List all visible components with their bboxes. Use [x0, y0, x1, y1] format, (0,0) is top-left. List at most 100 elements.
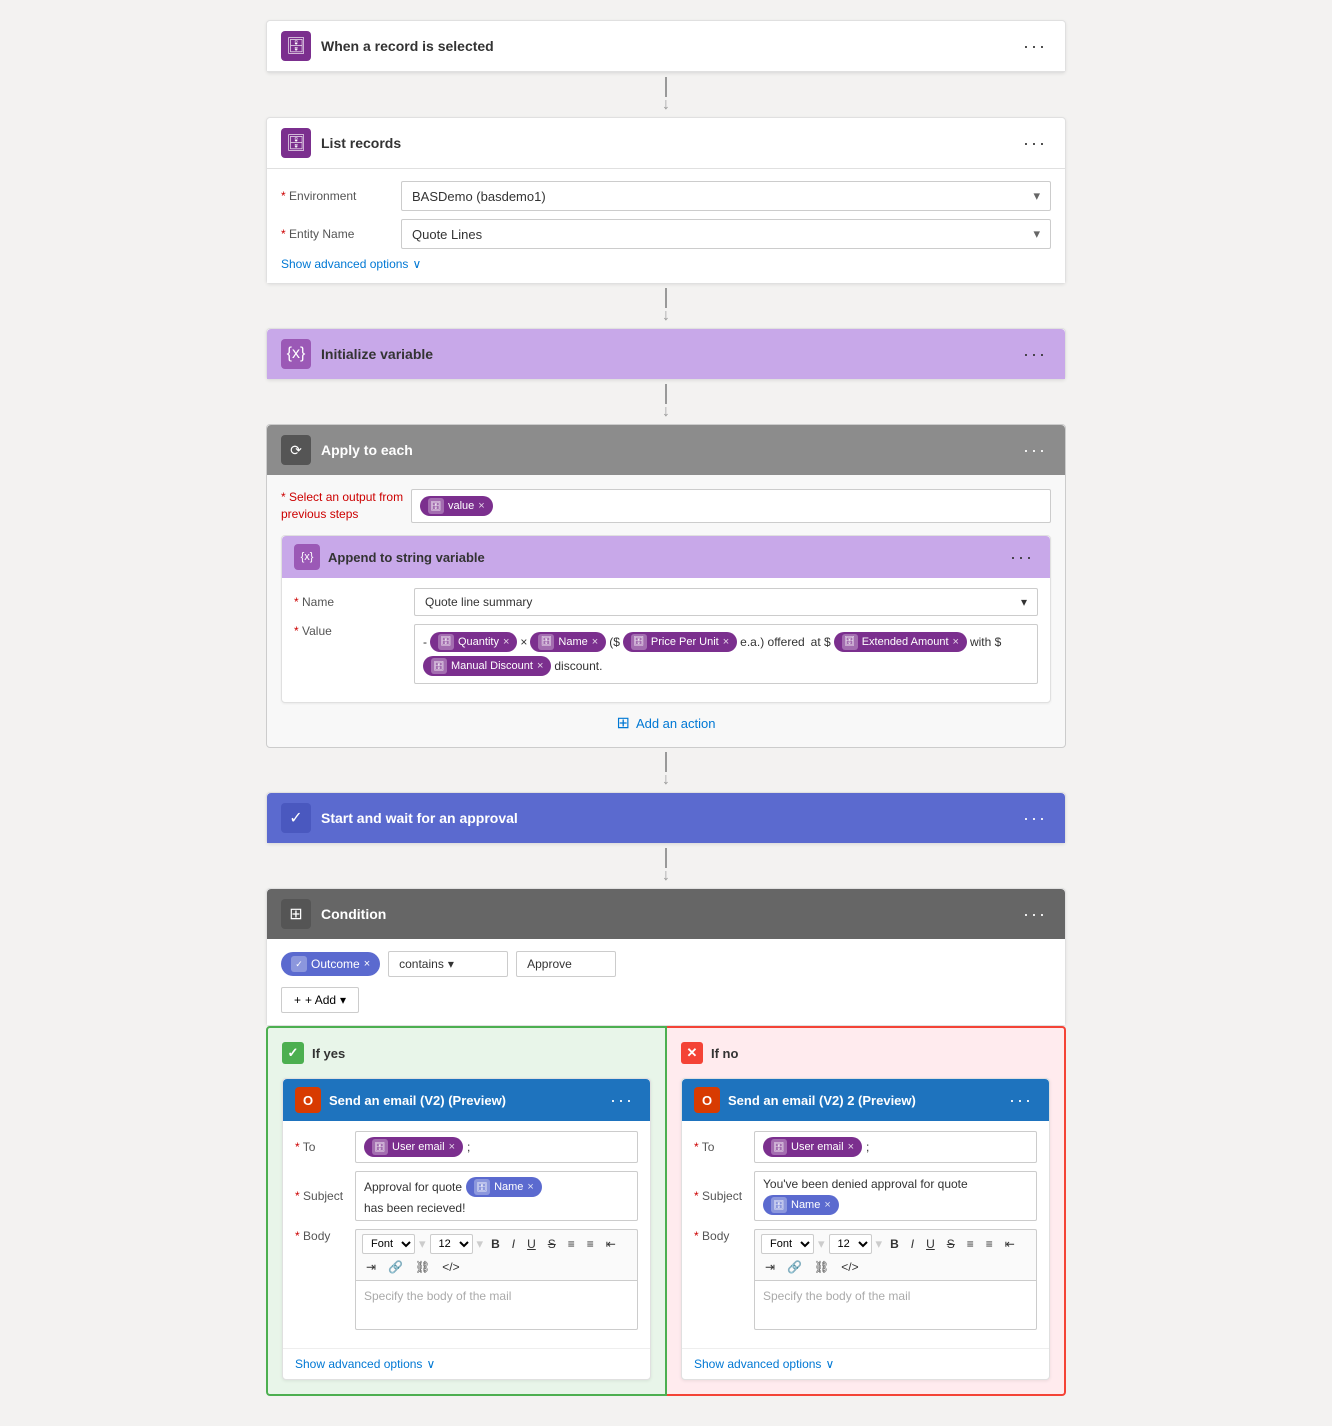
extended-token-remove[interactable]: × — [953, 636, 959, 648]
list-records-body: Environment BASDemo (basdemo1) ▾ Entity … — [267, 169, 1065, 283]
quantity-token-remove[interactable]: × — [503, 636, 509, 648]
append-name-label: Name — [294, 595, 414, 609]
link-button-no[interactable]: 🔗 — [783, 1258, 806, 1276]
add-action-icon: ⊞ — [617, 713, 630, 733]
apply-each-header: ⟳ Apply to each ··· — [267, 425, 1065, 475]
bold-button-no[interactable]: B — [886, 1235, 903, 1253]
email-yes-more-button[interactable]: ··· — [606, 1088, 638, 1113]
init-variable-header: {x} Initialize variable ··· — [267, 329, 1065, 379]
append-value-label: Value — [294, 624, 414, 638]
bullet-list-button-yes[interactable]: ≡ — [564, 1235, 579, 1253]
condition-header: ⊞ Condition ··· — [267, 889, 1065, 939]
init-variable-icon: {x} — [281, 339, 311, 369]
indent-button-yes[interactable]: ⇥ — [362, 1258, 380, 1276]
bullet-list-button-no[interactable]: ≡ — [963, 1235, 978, 1253]
show-advanced-yes-link[interactable]: Show advanced options ∨ — [295, 1357, 638, 1371]
select-output-input[interactable]: 🗄 value × — [411, 489, 1051, 523]
email-yes-body-input[interactable]: Specify the body of the mail — [355, 1280, 638, 1330]
condition-value-input[interactable]: Approve — [516, 951, 616, 977]
unlink-button-no[interactable]: ⛓ — [810, 1258, 833, 1276]
email-no-subject-field[interactable]: You've been denied approval for quote 🗄 … — [754, 1171, 1037, 1221]
environment-select[interactable]: BASDemo (basdemo1) ▾ — [401, 181, 1051, 211]
approval-more-button[interactable]: ··· — [1019, 806, 1051, 831]
name-token-remove[interactable]: × — [592, 636, 598, 648]
outdent-button-no[interactable]: ⇤ — [1001, 1235, 1019, 1253]
email-no-to-field[interactable]: 🗄 User email × ; — [754, 1131, 1037, 1163]
font-select-yes[interactable]: Font — [362, 1234, 415, 1254]
no-user-email-token: 🗄 User email × — [763, 1137, 862, 1157]
toolbar-divider-3: ▾ — [818, 1236, 825, 1252]
append-string-header: {x} Append to string variable ··· — [282, 536, 1050, 578]
no-user-email-remove[interactable]: × — [848, 1141, 854, 1153]
link-button-yes[interactable]: 🔗 — [384, 1258, 407, 1276]
add-action-button[interactable]: ⊞ Add an action — [617, 713, 716, 733]
unlink-button-yes[interactable]: ⛓ — [411, 1258, 434, 1276]
strikethrough-button-yes[interactable]: S — [544, 1235, 560, 1253]
condition-title: Condition — [321, 906, 1019, 922]
condition-operator-select[interactable]: contains ▾ — [388, 951, 508, 977]
arrow-2: ↓ — [662, 288, 670, 324]
apply-each-more-button[interactable]: ··· — [1019, 438, 1051, 463]
html-button-yes[interactable]: </> — [438, 1258, 463, 1276]
condition-more-button[interactable]: ··· — [1019, 902, 1051, 927]
append-name-field[interactable]: Quote line summary ▾ — [414, 588, 1038, 616]
arrow-5: ↓ — [662, 848, 670, 884]
name-chevron-icon: ▾ — [1021, 595, 1027, 609]
html-button-no[interactable]: </> — [837, 1258, 862, 1276]
show-advanced-options-link[interactable]: Show advanced options ∨ — [281, 257, 1051, 271]
append-value-row: Value - 🗄 Quantity × × — [294, 624, 1038, 684]
no-icon: ✕ — [681, 1042, 703, 1064]
name-dropdown[interactable]: Quote line summary ▾ — [414, 588, 1038, 616]
environment-field[interactable]: BASDemo (basdemo1) ▾ — [401, 181, 1051, 211]
yes-user-email-remove[interactable]: × — [449, 1141, 455, 1153]
font-size-select-no[interactable]: 12 — [829, 1234, 872, 1254]
strikethrough-button-no[interactable]: S — [943, 1235, 959, 1253]
underline-button-yes[interactable]: U — [523, 1235, 540, 1253]
outdent-button-yes[interactable]: ⇤ — [602, 1235, 620, 1253]
outcome-token-remove[interactable]: × — [364, 958, 370, 970]
email-no-body-editor[interactable]: Font ▾ 12 ▾ B I U — [754, 1229, 1037, 1330]
email-yes-body-editor[interactable]: Font ▾ 12 ▾ B I U — [355, 1229, 638, 1330]
number-list-button-no[interactable]: ≡ — [982, 1235, 997, 1253]
email-no-more-button[interactable]: ··· — [1005, 1088, 1037, 1113]
email-no-body-input[interactable]: Specify the body of the mail — [754, 1280, 1037, 1330]
append-string-icon: {x} — [294, 544, 320, 570]
show-advanced-no-link[interactable]: Show advanced options ∨ — [694, 1357, 1037, 1371]
entity-name-select[interactable]: Quote Lines ▾ — [401, 219, 1051, 249]
arrow-4: ↓ — [662, 752, 670, 788]
indent-button-no[interactable]: ⇥ — [761, 1258, 779, 1276]
bold-button-yes[interactable]: B — [487, 1235, 504, 1253]
discount-token-remove[interactable]: × — [537, 660, 543, 672]
entity-chevron-icon: ▾ — [1033, 226, 1040, 242]
email-no-body-section: To 🗄 User email × ; — [682, 1121, 1049, 1348]
advanced-chevron-yes-icon: ∨ — [426, 1357, 435, 1371]
email-no-subject-row: Subject You've been denied approval for … — [694, 1171, 1037, 1221]
email-yes-to-field[interactable]: 🗄 User email × ; — [355, 1131, 638, 1163]
email-yes-to-row: To 🗄 User email × ; — [295, 1131, 638, 1163]
init-variable-step: {x} Initialize variable ··· — [266, 328, 1066, 380]
font-select-no[interactable]: Font — [761, 1234, 814, 1254]
email-yes-subject-field[interactable]: Approval for quote 🗄 Name × has been rec… — [355, 1171, 638, 1221]
email-no-card: O Send an email (V2) 2 (Preview) ··· To … — [681, 1078, 1050, 1380]
price-token-remove[interactable]: × — [723, 636, 729, 648]
append-string-more-button[interactable]: ··· — [1006, 545, 1038, 570]
condition-add-button[interactable]: + + Add ▾ — [281, 987, 359, 1013]
font-size-select-yes[interactable]: 12 — [430, 1234, 473, 1254]
yes-name-remove[interactable]: × — [527, 1181, 533, 1193]
list-records-more-button[interactable]: ··· — [1019, 131, 1051, 156]
select-output-row: * Select an output fromprevious steps 🗄 … — [281, 489, 1051, 523]
italic-button-yes[interactable]: I — [508, 1235, 519, 1253]
token-remove-button[interactable]: × — [478, 500, 484, 512]
email-no-title: Send an email (V2) 2 (Preview) — [728, 1093, 1005, 1108]
init-variable-more-button[interactable]: ··· — [1019, 342, 1051, 367]
underline-button-no[interactable]: U — [922, 1235, 939, 1253]
entity-name-field[interactable]: Quote Lines ▾ — [401, 219, 1051, 249]
append-value-field[interactable]: - 🗄 Quantity × × 🗄 Name — [414, 624, 1038, 684]
trigger-icon: 🗄 — [281, 31, 311, 61]
no-name-remove[interactable]: × — [824, 1199, 830, 1211]
italic-button-no[interactable]: I — [907, 1235, 918, 1253]
value-field-box[interactable]: - 🗄 Quantity × × 🗄 Name — [414, 624, 1038, 684]
condition-step: ⊞ Condition ··· ✓ Outcome × contains ▾ — [266, 888, 1066, 1026]
number-list-button-yes[interactable]: ≡ — [583, 1235, 598, 1253]
trigger-more-button[interactable]: ··· — [1019, 34, 1051, 59]
